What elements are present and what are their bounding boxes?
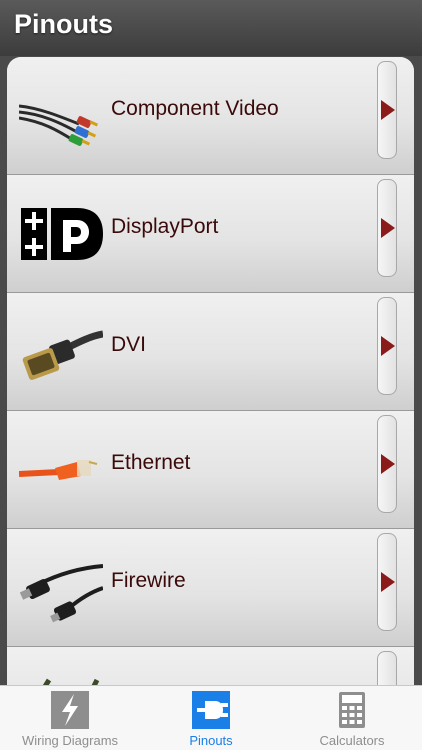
calculator-icon — [339, 692, 365, 728]
ethernet-cable-icon — [19, 460, 98, 480]
disclosure-arrow-icon — [381, 336, 395, 356]
firewire-cable-icon — [19, 564, 103, 623]
cable-icon — [42, 678, 100, 685]
plug-icon — [192, 691, 230, 729]
tab-wiring-diagrams[interactable]: Wiring Diagrams — [0, 686, 140, 750]
disclosure-button[interactable] — [377, 297, 397, 395]
dvi-cable-icon — [22, 330, 103, 380]
disclosure-button[interactable] — [377, 415, 397, 513]
list-item-dvi[interactable]: DVI — [7, 293, 414, 411]
list-item-ethernet[interactable]: Ethernet — [7, 411, 414, 529]
nav-bar: Pinouts — [0, 0, 422, 56]
tab-pinouts[interactable]: Pinouts — [141, 686, 281, 750]
list-item-label: Firewire — [111, 569, 186, 592]
list-item-component-video[interactable]: Component Video — [7, 57, 414, 175]
disclosure-button[interactable] — [377, 651, 397, 685]
pinout-list: Component Video DisplayPort DVI Ethernet… — [7, 57, 414, 685]
disclosure-arrow-icon — [381, 218, 395, 238]
disclosure-button[interactable] — [377, 179, 397, 277]
tab-label: Calculators — [319, 733, 385, 748]
disclosure-button[interactable] — [377, 61, 397, 159]
displayport-logo-icon — [21, 208, 103, 260]
list-item-partial[interactable] — [7, 647, 414, 685]
disclosure-arrow-icon — [381, 100, 395, 120]
list-item-firewire[interactable]: Firewire — [7, 529, 414, 647]
component-video-cable-icon — [19, 104, 99, 146]
list-item-displayport[interactable]: DisplayPort — [7, 175, 414, 293]
tab-label: Wiring Diagrams — [21, 733, 119, 748]
disclosure-arrow-icon — [381, 454, 395, 474]
tab-label: Pinouts — [189, 733, 233, 748]
lightning-bolt-icon — [51, 691, 89, 729]
tab-bar: Wiring Diagrams Pinouts Calculators — [0, 685, 422, 750]
list-item-label: DisplayPort — [111, 215, 219, 238]
disclosure-button[interactable] — [377, 533, 397, 631]
list-item-label: Component Video — [111, 97, 279, 120]
list-item-label: Ethernet — [111, 451, 191, 474]
list-item-label: DVI — [111, 333, 147, 356]
disclosure-arrow-icon — [381, 572, 395, 592]
tab-calculators[interactable]: Calculators — [282, 686, 422, 750]
page-title: Pinouts — [14, 9, 113, 39]
